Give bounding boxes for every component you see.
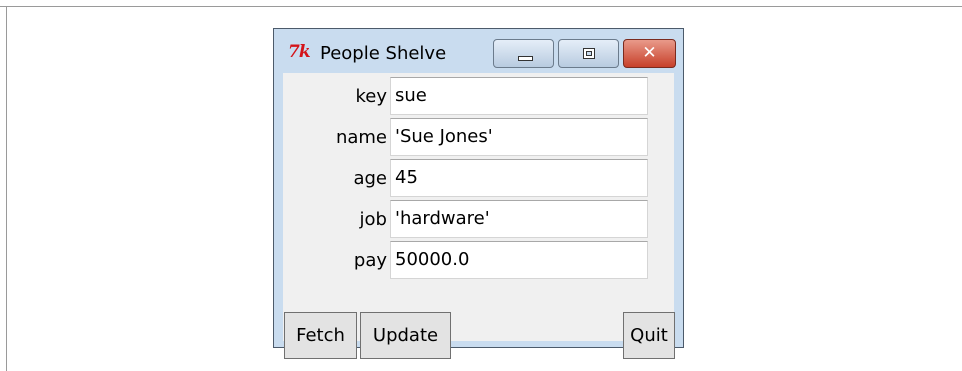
job-field[interactable]: 'hardware'	[390, 200, 648, 238]
field-label-age: age	[353, 168, 387, 189]
tk-icon[interactable]: 7k	[288, 42, 311, 62]
key-field[interactable]: sue	[390, 77, 648, 115]
fetch-button[interactable]: Fetch	[284, 312, 357, 359]
maximize-icon	[583, 48, 595, 59]
page-border-left	[6, 6, 7, 371]
field-row-age: age 45	[283, 159, 674, 197]
minimize-button[interactable]	[493, 39, 554, 68]
pay-field[interactable]: 50000.0	[390, 241, 648, 279]
field-row-key: key sue	[283, 77, 674, 115]
field-label-pay: pay	[353, 250, 387, 271]
field-row-pay: pay 50000.0	[283, 241, 674, 279]
close-icon: ✕	[642, 43, 657, 63]
field-label-key: key	[355, 86, 387, 107]
name-field[interactable]: 'Sue Jones'	[390, 118, 648, 156]
page-border-top	[0, 6, 962, 7]
field-row-name: name 'Sue Jones'	[283, 118, 674, 156]
update-button[interactable]: Update	[360, 312, 451, 359]
people-shelve-window: 7k People Shelve ✕ key sue name 'Sue Jon…	[273, 28, 684, 359]
field-label-name: name	[335, 127, 387, 148]
field-label-job: job	[359, 209, 387, 230]
window-title: People Shelve	[320, 43, 447, 64]
close-button[interactable]: ✕	[623, 39, 676, 68]
age-field[interactable]: 45	[390, 159, 648, 197]
field-row-job: job 'hardware'	[283, 200, 674, 238]
form-area: key sue name 'Sue Jones' age 45 job 'har…	[283, 73, 675, 359]
title-bar[interactable]: 7k People Shelve ✕	[274, 29, 683, 73]
minimize-icon	[518, 56, 533, 61]
maximize-button[interactable]	[558, 39, 619, 68]
quit-button[interactable]: Quit	[623, 312, 675, 359]
